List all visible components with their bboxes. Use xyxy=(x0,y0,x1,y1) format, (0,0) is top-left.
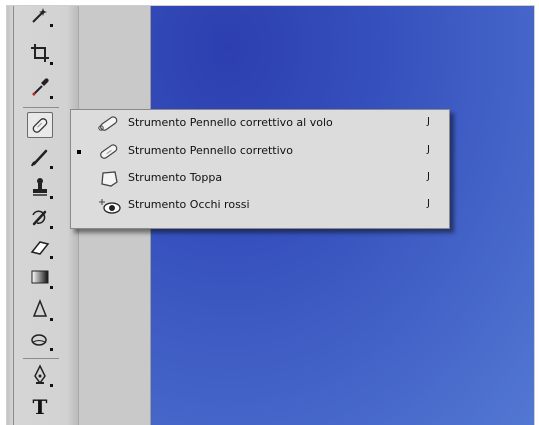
healing-tools-flyout-menu: Strumento Pennello correttivo al volo J … xyxy=(70,109,450,229)
tool-flyout-indicator xyxy=(50,24,53,27)
dodge-icon[interactable] xyxy=(27,326,53,352)
tool-flyout-indicator xyxy=(50,62,53,65)
selected-bullet-icon xyxy=(77,150,81,154)
type-glyph: T xyxy=(32,395,48,419)
menu-item-label: Strumento Toppa xyxy=(128,171,223,184)
magic-wand-icon[interactable] xyxy=(27,6,53,28)
toolbar-separator xyxy=(23,358,59,359)
menu-item-shortcut: J xyxy=(427,116,430,127)
menu-item-shortcut: J xyxy=(427,198,430,209)
tool-flyout-indicator xyxy=(50,348,53,351)
tool-flyout-indicator xyxy=(50,96,53,99)
spot-healing-brush-icon xyxy=(98,116,118,131)
tool-flyout-indicator xyxy=(50,286,53,289)
menu-item-label: Strumento Pennello correttivo al volo xyxy=(128,116,333,129)
tool-flyout-indicator xyxy=(50,384,53,387)
menu-item-patch[interactable]: Strumento Toppa J xyxy=(71,167,449,191)
healing-brush-icon xyxy=(32,118,48,133)
history-brush-icon[interactable] xyxy=(27,204,53,230)
menu-item-label: Strumento Occhi rossi xyxy=(128,198,250,211)
brush-icon[interactable] xyxy=(27,144,53,170)
toolbar-separator xyxy=(23,107,59,108)
menu-item-label: Strumento Pennello correttivo xyxy=(128,144,293,157)
tool-flyout-indicator xyxy=(50,226,53,229)
menu-item-healing-brush[interactable]: Strumento Pennello correttivo J xyxy=(71,140,449,164)
blur-icon[interactable] xyxy=(27,296,53,322)
healing-brush-tool-active[interactable] xyxy=(27,112,53,138)
tools-panel: T xyxy=(7,6,79,425)
menu-item-shortcut: J xyxy=(427,144,430,155)
clone-stamp-icon[interactable] xyxy=(27,174,53,200)
tool-flyout-indicator xyxy=(50,256,53,259)
pen-icon[interactable] xyxy=(27,362,53,388)
patch-icon xyxy=(101,171,118,187)
red-eye-icon xyxy=(99,199,121,214)
healing-brush-icon xyxy=(100,144,118,159)
gradient-icon[interactable] xyxy=(27,264,53,290)
menu-item-shortcut: J xyxy=(427,171,430,182)
eyedropper-icon[interactable] xyxy=(27,74,53,100)
menu-item-red-eye[interactable]: Strumento Occhi rossi J xyxy=(71,194,449,218)
eraser-icon[interactable] xyxy=(27,234,53,260)
tool-flyout-indicator xyxy=(50,166,53,169)
toolbar-edge xyxy=(13,6,14,425)
type-icon[interactable]: T xyxy=(27,394,53,420)
tool-flyout-indicator xyxy=(50,196,53,199)
menu-item-spot-healing-brush[interactable]: Strumento Pennello correttivo al volo J xyxy=(71,112,449,136)
screenshot-frame: T Strumento Pennello correttivo al volo … xyxy=(6,5,535,425)
tool-flyout-indicator xyxy=(50,318,53,321)
crop-icon[interactable] xyxy=(27,40,53,66)
